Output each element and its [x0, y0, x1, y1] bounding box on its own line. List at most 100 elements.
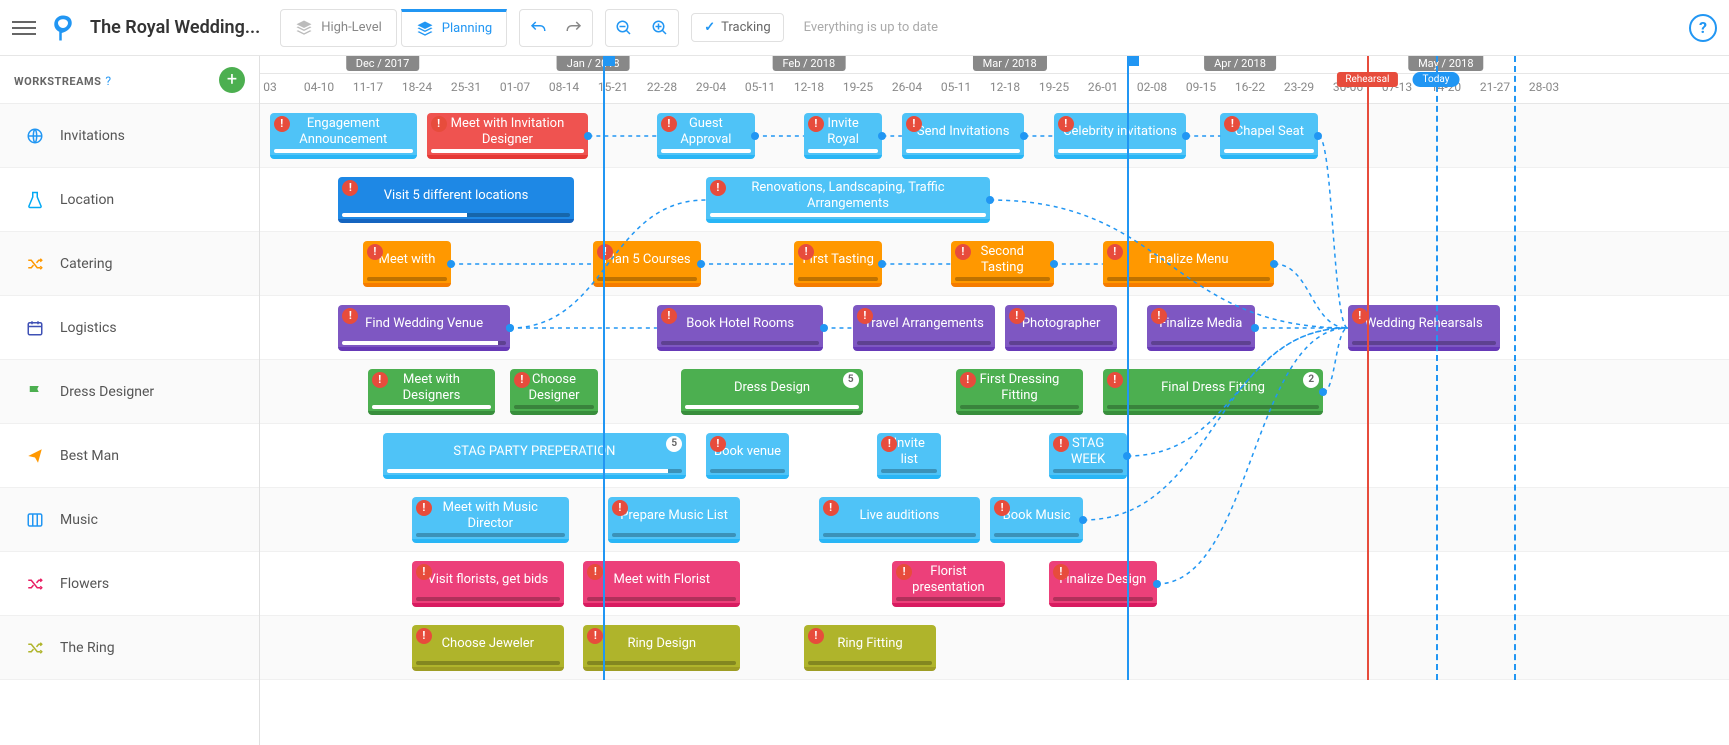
sidebar-item-flowers[interactable]: Flowers [0, 552, 259, 616]
task-card[interactable]: !Prepare Music List [608, 497, 740, 543]
sidebar-item-the-ring[interactable]: The Ring [0, 616, 259, 680]
menu-button[interactable] [12, 16, 36, 40]
task-card[interactable]: !Finalize Media [1147, 305, 1255, 351]
task-card[interactable]: !Ring Design [583, 625, 740, 671]
task-card[interactable]: !Wedding Rehearsals [1348, 305, 1500, 351]
today-marker[interactable]: Today [1413, 72, 1460, 87]
add-workstream-button[interactable]: + [219, 67, 245, 93]
gantt-row-location: !Visit 5 different locations !Renovations… [260, 168, 1729, 232]
gantt-row-logistics: !Find Wedding Venue !Book Hotel Rooms !Tra… [260, 296, 1729, 360]
timeline-vline [1514, 56, 1516, 680]
alert-icon: ! [1053, 436, 1069, 452]
alert-icon: ! [367, 244, 383, 260]
undo-button[interactable] [522, 12, 554, 44]
connector-dot [820, 324, 828, 332]
task-card[interactable]: !Book Hotel Rooms [657, 305, 824, 351]
progress-bar [960, 405, 1079, 409]
task-card[interactable]: !Travel Arrangements [853, 305, 995, 351]
task-card[interactable]: !STAG WEEK [1049, 433, 1127, 479]
task-card[interactable]: !Visit 5 different locations [338, 177, 573, 223]
task-card[interactable]: !Choose Designer [510, 369, 598, 415]
task-card[interactable]: !Meet with Invitation Designer [427, 113, 589, 159]
task-card[interactable]: 5STAG PARTY PREPERATION [383, 433, 687, 479]
task-card[interactable]: !First Dressing Fitting [956, 369, 1083, 415]
alert-icon: ! [1107, 372, 1123, 388]
sidebar-header: WORKSTREAMS ? + [0, 56, 259, 104]
task-card[interactable]: !Meet with Florist [583, 561, 740, 607]
sidebar-item-location[interactable]: Location [0, 168, 259, 232]
zoom-out-icon [615, 19, 633, 37]
top-toolbar: The Royal Wedding... High-Level Planning… [0, 0, 1729, 56]
progress-bar [372, 405, 491, 409]
task-card[interactable]: !Send Invitations [902, 113, 1025, 159]
week-label: 18-24 [402, 80, 432, 94]
redo-button[interactable] [558, 12, 590, 44]
task-card[interactable]: !Book Music [990, 497, 1083, 543]
task-label: Plan 5 Courses [604, 252, 691, 268]
task-label: Choose Jeweler [442, 636, 534, 652]
task-card[interactable]: !Meet with Music Director [412, 497, 569, 543]
sidebar-item-best-man[interactable]: Best Man [0, 424, 259, 488]
gantt-timeline[interactable]: Dec / 2017Jan / 2018Feb / 2018Mar / 2018… [260, 56, 1729, 745]
task-card[interactable]: !Finalize Design [1049, 561, 1157, 607]
task-card[interactable]: !Engagement Announcement [270, 113, 417, 159]
progress-bar [416, 661, 560, 665]
progress-bar [416, 533, 565, 537]
task-label: Visit 5 different locations [384, 188, 529, 204]
task-card[interactable]: !Second Tasting [951, 241, 1054, 287]
progress-bar [1107, 405, 1320, 409]
progress-bar [342, 341, 506, 345]
zoom-out-button[interactable] [608, 12, 640, 44]
task-card[interactable]: !2Final Dress Fitting [1103, 369, 1324, 415]
task-label: Renovations, Landscaping, Traffic Arrang… [714, 180, 982, 211]
task-card[interactable]: 5Dress Design [681, 369, 862, 415]
task-card[interactable]: !Renovations, Landscaping, Traffic Arran… [706, 177, 990, 223]
week-label: 12-18 [990, 80, 1020, 94]
task-card[interactable]: !Book venue [706, 433, 789, 479]
month-label: Apr / 2018 [1204, 56, 1276, 71]
task-card[interactable]: !Invite Royal [804, 113, 882, 159]
workstreams-heading: WORKSTREAMS [14, 75, 101, 88]
project-title: The Royal Wedding... [90, 17, 260, 38]
help-button[interactable]: ? [1689, 14, 1717, 42]
task-card[interactable]: !Choose Jeweler [412, 625, 564, 671]
alert-icon: ! [661, 308, 677, 324]
gantt-row-catering: !Meet with!Plan 5 Courses!First Tasting!… [260, 232, 1729, 296]
tab-planning[interactable]: Planning [401, 9, 507, 47]
timeline-vline [1436, 56, 1438, 680]
view-tabs: High-Level Planning [280, 9, 507, 47]
sidebar-item-invitations[interactable]: Invitations [0, 104, 259, 168]
sidebar-item-music[interactable]: Music [0, 488, 259, 552]
rehearsal-marker[interactable]: Rehearsal [1337, 72, 1397, 87]
sidebar-item-catering[interactable]: Catering [0, 232, 259, 296]
connector-dot [1251, 324, 1259, 332]
count-badge: 5 [843, 372, 859, 388]
task-card[interactable]: !Visit florists, get bids [412, 561, 564, 607]
task-card[interactable]: !Invite list [877, 433, 941, 479]
task-card[interactable]: !First Tasting [794, 241, 882, 287]
task-card[interactable]: !Live auditions [819, 497, 981, 543]
task-card[interactable]: !Chapel Seat [1220, 113, 1318, 159]
task-card[interactable]: !Guest Approval [657, 113, 755, 159]
help-icon[interactable]: ? [105, 74, 111, 88]
task-card[interactable]: !Celebrity invitations [1054, 113, 1186, 159]
task-card[interactable]: !Meet with [363, 241, 451, 287]
tab-high-level[interactable]: High-Level [280, 9, 397, 47]
flask-icon [26, 191, 44, 209]
task-label: Finalize Design [1059, 572, 1146, 588]
progress-bar [808, 661, 932, 665]
sidebar-item-logistics[interactable]: Logistics [0, 296, 259, 360]
sidebar-item-dress-designer[interactable]: Dress Designer⋮⋮ [0, 360, 259, 424]
progress-bar [1009, 341, 1114, 345]
alert-icon: ! [808, 628, 824, 644]
task-card[interactable]: !Meet with Designers [368, 369, 495, 415]
gantt-row-music: !Meet with Music Director !Prepare Music … [260, 488, 1729, 552]
zoom-in-button[interactable] [644, 12, 676, 44]
task-card[interactable]: !Ring Fitting [804, 625, 936, 671]
progress-bar [823, 533, 977, 537]
tracking-toggle[interactable]: ✓ Tracking [691, 13, 783, 42]
task-card[interactable]: !Photographer [1005, 305, 1118, 351]
task-card[interactable]: !Find Wedding Venue [338, 305, 510, 351]
task-card[interactable]: !Florist presentation [892, 561, 1005, 607]
task-card[interactable]: !Plan 5 Courses [593, 241, 701, 287]
